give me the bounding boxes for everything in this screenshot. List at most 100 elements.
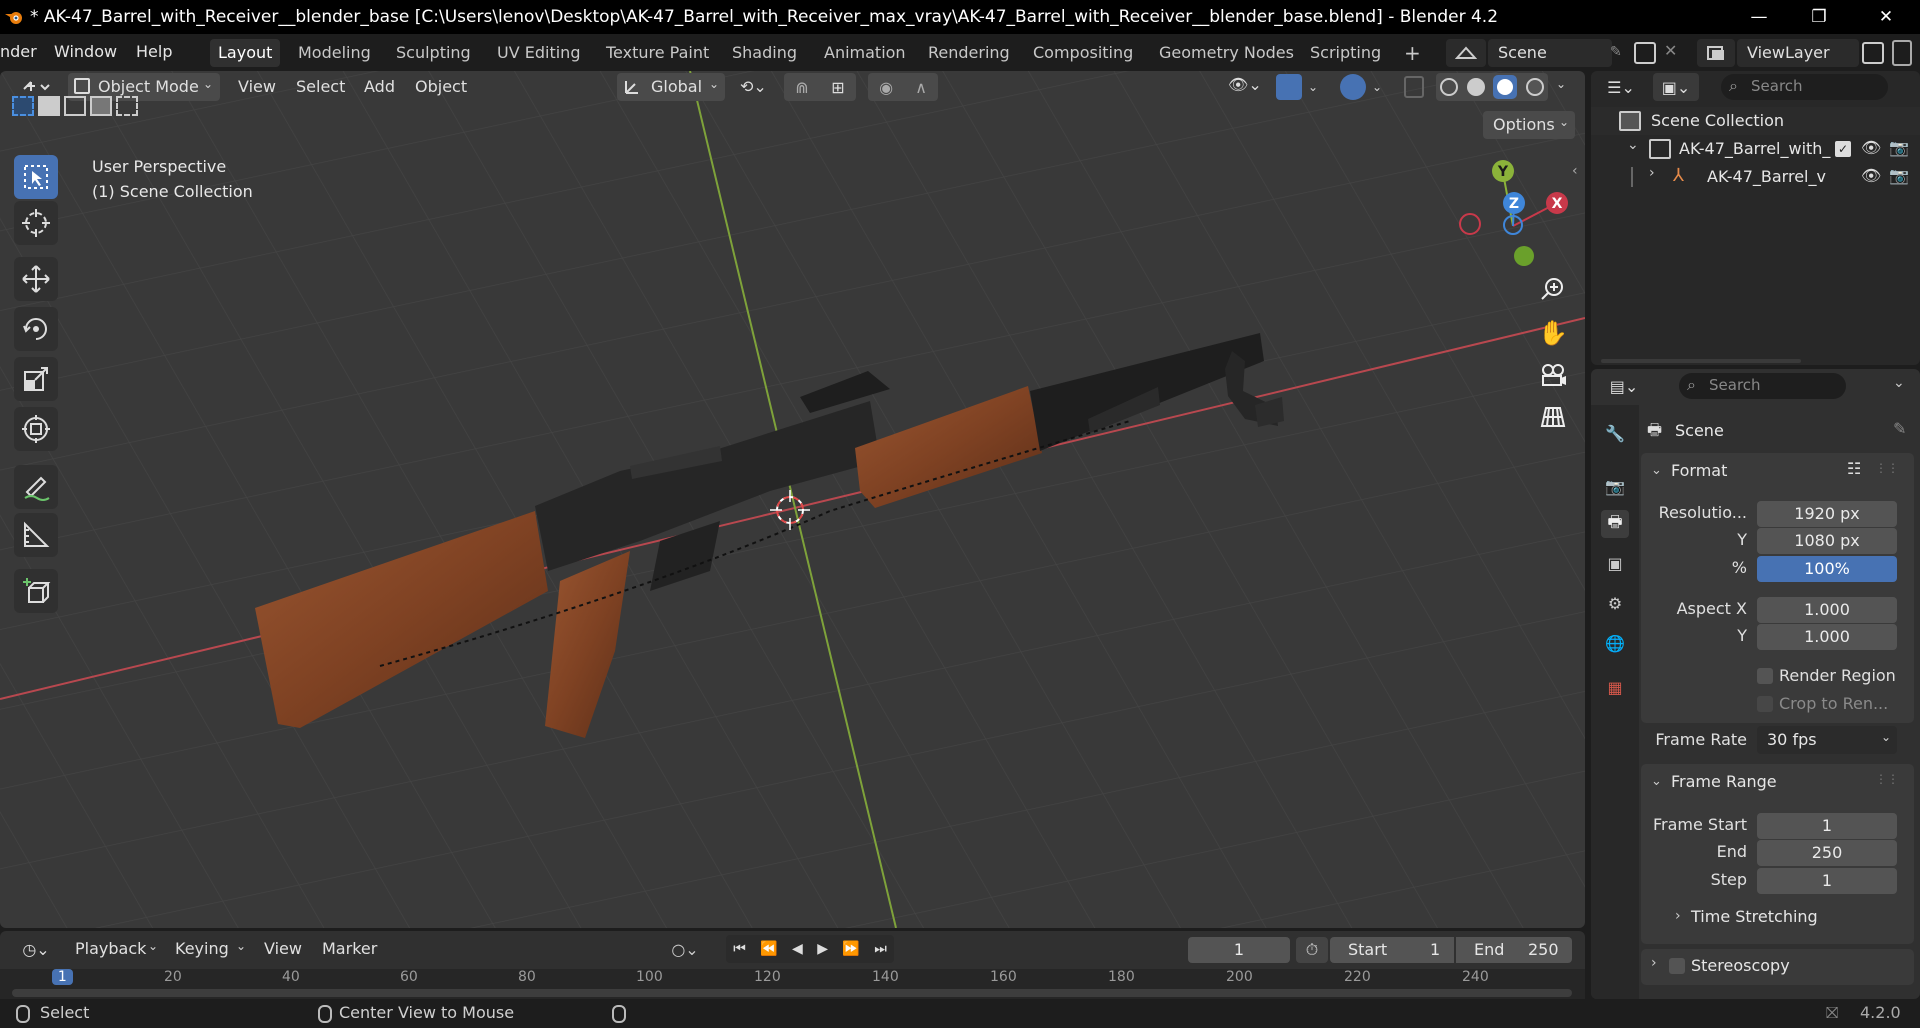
transform-tool[interactable] [14,407,58,451]
workspace-tab-geometry-nodes[interactable]: Geometry Nodes [1151,39,1302,67]
annotate-tool[interactable] [14,465,58,509]
timeline-ruler[interactable]: 1 20 40 60 80 100 120 140 160 180 200 220 240 [0,969,1585,999]
workspace-tab-sculpting[interactable]: Sculpting [388,39,479,67]
frame-rate-dropdown[interactable]: 30 fps ⌄ [1757,726,1897,754]
falloff-curve-icon[interactable]: ∧ [915,78,927,97]
outliner-row-object[interactable]: › ⅄ AK-47_Barrel_v 👁 📷 [1591,163,1920,191]
gizmo-toggle[interactable]: ⌄ [1276,73,1328,101]
select-extend-icon[interactable] [38,96,60,116]
toggle-perspective-button[interactable] [1535,399,1571,435]
menu-help[interactable]: Help [128,40,180,64]
preview-range-toggle[interactable]: ⏱ [1296,937,1328,963]
overlay-icon[interactable] [1340,74,1366,100]
auto-keying-toggle[interactable]: ○⌄ [660,935,710,963]
workspace-tab-layout[interactable]: Layout [210,39,281,67]
render-region-checkbox[interactable] [1757,668,1773,684]
aspect-x-field[interactable]: 1.000 [1757,597,1897,623]
jump-to-end-icon[interactable]: ⏭ [874,941,887,957]
measure-tool[interactable] [14,513,58,557]
jump-to-keyframe-forward-icon[interactable]: ⏩ [842,941,859,957]
render-camera-icon[interactable]: 📷 [1889,166,1909,185]
expand-chevron-icon[interactable]: ⌄ [1627,137,1639,153]
jump-to-keyframe-back-icon[interactable]: ⏪ [760,941,777,957]
scene-name-field[interactable]: Scene [1488,39,1612,67]
viewport-menu-add[interactable]: Add [364,77,395,96]
transform-orientation-dropdown[interactable]: Global ⌄ [617,73,725,101]
expand-chevron-icon[interactable]: › [1649,165,1655,181]
visibility-eye-icon[interactable]: 👁⌄ [1228,75,1272,99]
pivot-point-icon[interactable]: ⟲⌄ [740,77,774,99]
resolution-y-field[interactable]: 1080 px [1757,528,1897,554]
play-icon[interactable]: ▶ [817,941,828,957]
timeline-editor-type-button[interactable]: ◷⌄ [14,935,58,963]
rotate-tool[interactable] [14,307,58,351]
frame-step-field[interactable]: 1 [1757,868,1897,894]
proportional-edit-icon[interactable]: ◉ [879,78,893,97]
xray-toggle-icon[interactable] [1404,76,1424,98]
resolution-percent-slider[interactable]: 100% [1757,556,1897,582]
tool-settings-tab-icon[interactable]: 🔧 [1601,419,1629,447]
viewport-menu-object[interactable]: Object [415,77,467,96]
viewport-menu-view[interactable]: View [238,77,276,96]
shading-options-chevron-icon[interactable]: ⌄ [1556,77,1566,91]
sidebar-toggle-icon[interactable]: ‹ [1572,163,1578,179]
view-layer-name-field[interactable]: ViewLayer [1737,39,1859,67]
drag-handle-icon[interactable]: ⋮⋮ [1875,461,1899,475]
wireframe-shading-icon[interactable] [1440,78,1459,96]
add-workspace-button[interactable]: + [1396,39,1429,67]
select-intersect-icon[interactable] [116,96,138,116]
maximize-button[interactable]: ❐ [1789,0,1849,34]
workspace-tab-animation[interactable]: Animation [816,39,914,67]
timeline-scrollbar[interactable] [12,989,1572,997]
output-tab-icon[interactable]: 🖶 [1601,510,1629,538]
outliner-search-field[interactable]: ⌕ Search [1721,74,1888,100]
select-box-tool[interactable] [14,155,58,199]
view-layer-tab-icon[interactable]: ▣ [1601,549,1629,577]
drag-handle-icon[interactable]: ⋮⋮ [1875,772,1899,786]
collapse-chevron-icon[interactable]: ⌄ [1651,774,1662,789]
timeline-menu-marker[interactable]: Marker [322,939,377,958]
workspace-tab-modeling[interactable]: Modeling [290,39,379,67]
menu-render[interactable]: nder [0,40,45,64]
workspace-tab-texture-paint[interactable]: Texture Paint [598,39,717,67]
pin-scene-icon[interactable]: ✎ [1610,44,1628,62]
crop-checkbox[interactable] [1757,696,1773,712]
frame-end-field[interactable]: 250 [1757,840,1897,866]
presets-list-icon[interactable]: ☷ [1847,459,1861,478]
current-frame-field[interactable]: 1 [1188,937,1290,963]
properties-options-chevron-icon[interactable]: ⌄ [1893,375,1905,391]
timeline-menu-view[interactable]: View [264,939,302,958]
scale-tool[interactable] [14,357,58,401]
menu-window[interactable]: Window [46,40,125,64]
close-window-button[interactable]: ✕ [1856,0,1916,34]
expand-chevron-icon[interactable]: › [1675,908,1681,924]
cursor-tool[interactable] [14,201,58,245]
jump-to-start-icon[interactable]: ⏮ [733,941,746,957]
remove-view-layer-icon[interactable] [1892,40,1912,66]
select-invert-icon[interactable] [90,96,112,116]
outliner-row-collection[interactable]: ⌄ AK-47_Barrel_with_ ✓ 👁 📷 [1591,135,1920,163]
workspace-tab-rendering[interactable]: Rendering [920,39,1018,67]
keying-dropdown[interactable]: Keying ⌄ [168,935,252,963]
magnet-snap-icon[interactable]: ⋒ [795,78,808,97]
texture-tab-icon[interactable]: ▦ [1601,673,1629,701]
expand-chevron-icon[interactable]: › [1651,955,1657,971]
time-stretching-subpanel[interactable]: Time Stretching [1691,907,1818,926]
collapse-chevron-icon[interactable]: ⌄ [1651,463,1662,478]
gizmo-icon[interactable] [1276,74,1302,100]
selection-mode-buttons[interactable] [12,93,142,119]
select-subtract-icon[interactable] [64,96,86,116]
workspace-tab-shading[interactable]: Shading [724,39,805,67]
solid-shading-icon[interactable] [1466,78,1485,96]
stereoscopy-checkbox[interactable] [1669,958,1685,974]
aspect-y-field[interactable]: 1.000 [1757,624,1897,650]
minimize-button[interactable]: — [1729,0,1789,34]
outliner-scrollbar[interactable] [1601,359,1801,363]
new-scene-icon[interactable] [1634,42,1656,64]
render-camera-icon[interactable]: 📷 [1889,138,1909,157]
overlay-toggle[interactable]: ⌄ [1340,73,1392,101]
frame-start-timeline-field[interactable]: Start 1 [1330,937,1454,963]
resolution-x-field[interactable]: 1920 px [1757,501,1897,527]
stopwatch-icon[interactable]: ⏱ [1306,940,1318,960]
snapping-controls[interactable]: ⋒ ⊞ [784,73,856,101]
